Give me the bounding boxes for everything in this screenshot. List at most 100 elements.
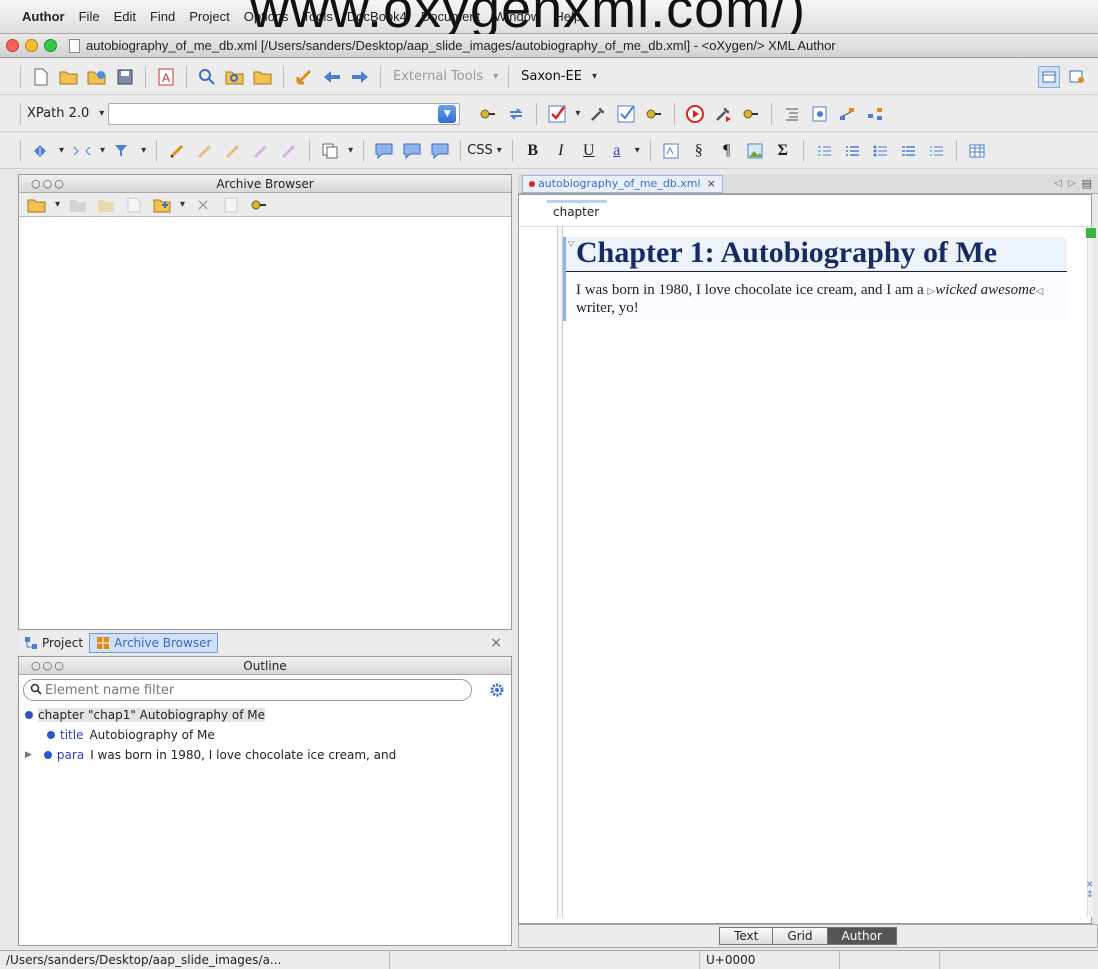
expand-triangle-icon[interactable]: ▶ — [25, 750, 32, 760]
editor-tab-autobiography[interactable]: autobiography_of_me_db.xml × — [522, 174, 723, 193]
panel-window-controls[interactable]: ○○○ — [31, 659, 66, 672]
run-transformation-icon[interactable] — [684, 103, 706, 125]
filter-icon[interactable] — [112, 140, 134, 162]
scroll-tabs-left-icon[interactable]: ◁ — [1054, 178, 1062, 189]
open-archive-icon[interactable] — [26, 194, 48, 216]
back-arrow-icon[interactable] — [321, 66, 343, 88]
zoom-window-button[interactable] — [44, 39, 57, 52]
new-folder-icon[interactable] — [67, 194, 89, 216]
insert-equation-button[interactable]: Σ — [772, 140, 794, 162]
change-tracking-icon[interactable] — [30, 140, 52, 162]
chevron-down-icon[interactable]: ▾ — [180, 199, 185, 210]
add-comment-icon[interactable] — [373, 140, 395, 162]
insert-xinclude-icon[interactable] — [660, 140, 682, 162]
document-check-icon[interactable] — [809, 103, 831, 125]
forward-arrow-icon[interactable] — [349, 66, 371, 88]
emphasis-end-tag-icon[interactable]: ◁ — [1036, 286, 1044, 297]
reject-change-icon[interactable] — [222, 140, 244, 162]
edit-comment-icon[interactable] — [401, 140, 423, 162]
underline-button[interactable]: U — [578, 140, 600, 162]
open-folder-icon[interactable] — [58, 66, 80, 88]
chevron-down-icon[interactable]: ▾ — [348, 145, 353, 156]
save-icon[interactable] — [114, 66, 136, 88]
manage-changes-icon[interactable] — [278, 140, 300, 162]
close-tab-icon[interactable]: × — [707, 177, 716, 190]
link-button[interactable]: a — [606, 140, 628, 162]
chevron-down-icon[interactable]: ▾ — [497, 145, 502, 156]
minimize-window-button[interactable] — [25, 39, 38, 52]
chevron-down-icon[interactable]: ▾ — [141, 145, 146, 156]
chapter-paragraph[interactable]: I was born in 1980, I love chocolate ice… — [566, 272, 1067, 321]
xpath-input[interactable] — [108, 102, 461, 125]
arrows-icon[interactable] — [505, 103, 527, 125]
chevron-down-icon[interactable]: ▾ — [99, 108, 104, 119]
bold-button[interactable]: B — [522, 140, 544, 162]
copy-icon[interactable] — [319, 140, 341, 162]
folder-icon[interactable] — [95, 194, 117, 216]
menu-window[interactable]: Window — [494, 9, 540, 24]
chevron-down-icon[interactable]: ▾ — [493, 71, 498, 82]
outline-node-para[interactable]: ▶ para I was born in 1980, I love chocol… — [19, 745, 511, 765]
validate-icon[interactable] — [546, 103, 568, 125]
refresh-icon[interactable] — [220, 194, 242, 216]
tab-project[interactable]: Project — [18, 633, 89, 653]
menu-docbook4[interactable]: DocBook4 — [347, 9, 407, 24]
new-file-icon[interactable] — [123, 194, 145, 216]
menu-project[interactable]: Project — [189, 9, 229, 24]
xml-diff-icon[interactable] — [865, 103, 887, 125]
author-editor[interactable]: chapter ▽ Chapter 1: Autobiography of Me… — [518, 194, 1093, 924]
print-icon[interactable]: A — [155, 66, 177, 88]
find-in-files-icon[interactable] — [224, 66, 246, 88]
menu-edit[interactable]: Edit — [114, 9, 136, 24]
tab-list-icon[interactable]: ▤ — [1082, 177, 1092, 190]
variable-list-icon[interactable] — [897, 140, 919, 162]
menu-options[interactable]: Options — [244, 9, 289, 24]
chevron-down-icon[interactable]: ▾ — [575, 108, 580, 119]
remove-comment-icon[interactable] — [429, 140, 451, 162]
chapter-block[interactable]: ▽ Chapter 1: Autobiography of Me I was b… — [563, 237, 1067, 321]
xpath-version-select[interactable]: XPath 2.0 — [27, 106, 89, 121]
insert-image-icon[interactable] — [744, 140, 766, 162]
delete-icon[interactable]: × — [192, 194, 214, 216]
chevron-down-icon[interactable]: ▾ — [59, 145, 64, 156]
check-wellformed-icon[interactable] — [615, 103, 637, 125]
tab-archive-browser[interactable]: Archive Browser — [89, 633, 219, 653]
format-indent-icon[interactable] — [781, 103, 803, 125]
track-changes-pen-icon[interactable] — [166, 140, 188, 162]
tags-display-icon[interactable] — [71, 140, 93, 162]
insert-list-item-icon[interactable] — [813, 140, 835, 162]
scroll-arrows-icon[interactable]: ✕ ⇕ — [1086, 880, 1094, 900]
close-window-button[interactable] — [6, 39, 19, 52]
menu-app[interactable]: Author — [22, 9, 65, 24]
css-select[interactable]: CSS — [467, 143, 493, 158]
perspective-icon[interactable] — [1066, 66, 1088, 88]
wrench-icon[interactable] — [587, 103, 609, 125]
transformation-scenario-select[interactable]: Saxon-EE — [521, 69, 582, 84]
editor-scrollbar[interactable] — [1087, 227, 1093, 917]
italic-button[interactable]: I — [550, 140, 572, 162]
text-mode-button[interactable]: Text — [719, 927, 774, 945]
menu-document[interactable]: Document — [421, 9, 480, 24]
procedure-list-icon[interactable] — [925, 140, 947, 162]
insert-table-icon[interactable] — [966, 140, 988, 162]
menu-tools[interactable]: Tools — [303, 9, 333, 24]
collapse-triangle-icon[interactable]: ▽ — [568, 239, 574, 248]
validation-ok-marker[interactable] — [1086, 228, 1096, 238]
last-edit-icon[interactable] — [293, 66, 315, 88]
chevron-down-icon[interactable]: ▾ — [592, 71, 597, 82]
chapter-heading[interactable]: Chapter 1: Autobiography of Me — [566, 237, 1067, 272]
xpath-history-icon[interactable]: ▼ — [438, 104, 457, 123]
element-filter-input[interactable]: Element name filter — [23, 679, 473, 701]
grid-mode-button[interactable]: Grid — [773, 927, 828, 945]
ordered-list-icon[interactable] — [841, 140, 863, 162]
insert-section-button[interactable]: § — [688, 140, 710, 162]
menu-find[interactable]: Find — [150, 9, 175, 24]
outline-node-chapter[interactable]: chapter "chap1" Autobiography of Me — [19, 705, 511, 725]
xml-tree-icon[interactable] — [837, 103, 859, 125]
menu-file[interactable]: File — [79, 9, 100, 24]
settings-key-icon[interactable] — [477, 103, 499, 125]
chevron-down-icon[interactable]: ▾ — [635, 145, 640, 156]
chevron-down-icon[interactable]: ▾ — [55, 199, 60, 210]
add-to-archive-icon[interactable] — [151, 194, 173, 216]
open-url-icon[interactable] — [86, 66, 108, 88]
